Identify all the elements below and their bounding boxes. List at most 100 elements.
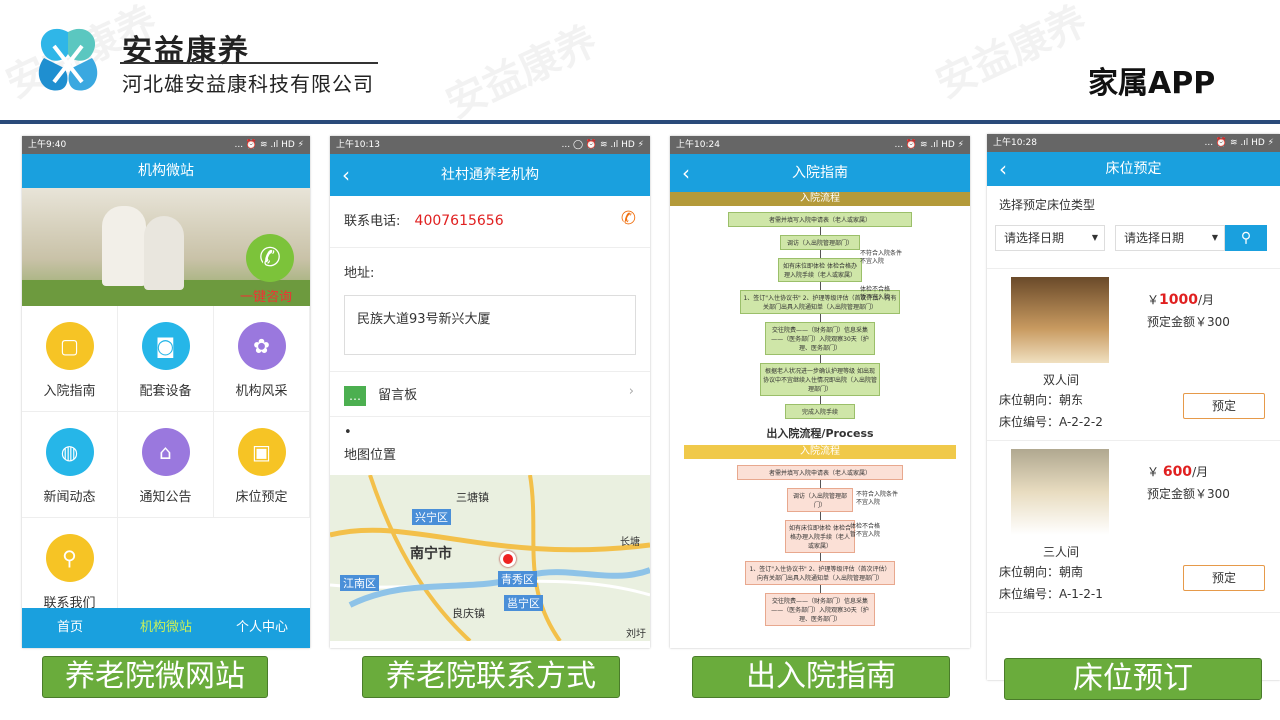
room-type: 三人间 [1043,545,1080,559]
price: ￥1000/月 [1147,292,1215,308]
section-header: 入院流程 [670,192,970,206]
flow-step: 根据老人状况进一步确认护理等级 如出现协议中不宜继续入住情况即出院（入出院管理部… [760,363,880,396]
map-label-sanluo: 三塘镇 [456,491,489,504]
location-pin-icon: ⚲ [45,534,94,582]
nav-bar: 机构微站 [22,154,310,188]
grid-item-news[interactable]: ◍ 新闻动态 [22,412,118,518]
status-bar: 上午10:28... ⏰ ≋ .ıl HD ⚡ [987,134,1280,152]
banner-image: ✆ 一键咨询 [22,188,310,306]
caption-bed-booking: 床位预订 [1004,658,1262,700]
deposit: 预定金额￥300 [1147,315,1230,329]
booking-subtitle: 选择预定床位类型 [999,198,1096,212]
room-orientation: 床位朝向：朝南 [999,565,1084,579]
message-board-label: 留言板 [378,388,418,403]
consult-label[interactable]: 一键咨询 [240,286,292,305]
grid-item-admission-guide[interactable]: ▢ 入院指南 [22,306,118,412]
tab-microsite[interactable]: 机构微站 [118,608,214,648]
sofa-icon: ▣ [237,428,286,476]
flow-step: 交往院费——（财务部门）信息采集——（医务部门）入院观察30天（护理、医务部门） [765,593,875,626]
map-label-liangqing: 良庆镇 [452,607,485,620]
nav-bar: ‹ 入院指南 [670,154,970,192]
grid-item-bed-booking[interactable]: ▣ 床位预定 [214,412,310,518]
map-label: 地图位置 [344,448,397,463]
globe-icon: ◍ [45,428,94,476]
map-label-xingning: 兴宁区 [412,509,451,525]
map-label-nanning: 南宁市 [410,546,452,562]
flow-step: 调访（入出院管理部门） [787,488,853,512]
tab-profile[interactable]: 个人中心 [214,608,310,648]
nav-title: 社村通养老机构 [441,167,539,183]
nav-bar: ‹ 床位预定 [987,152,1280,186]
end-date-select[interactable]: 请选择日期 ▼ [1115,225,1225,251]
phone-screen-bed-booking: 上午10:28... ⏰ ≋ .ıl HD ⚡ ‹ 床位预定 选择预定床位类型 请… [987,134,1280,680]
flow-side-note: 不符合入院条件 不宜入院 [856,491,899,506]
room-type: 双人间 [1043,373,1080,387]
book-button[interactable]: 预定 [1183,393,1265,419]
feature-grid: ▢ 入院指南 ◙ 配套设备 ✿ 机构风采 ◍ 新闻动态 ⌂ 通知公告 ▣ 床位预定 ⚲ 联系我… [22,306,310,624]
guide-icon: ▢ [45,322,94,370]
phone-call-icon[interactable]: ✆ [621,208,636,229]
grid-item-notices[interactable]: ⌂ 通知公告 [118,412,214,518]
flow-step: 如有床位即体检 体检合格办理入院手续（老人或家属） [778,258,862,282]
company-name: 河北雄安益康科技有限公司 [122,72,374,96]
nav-title: 机构微站 [138,163,194,179]
status-bar: 上午10:13... ◯ ⏰ ≋ .ıl HD ⚡ [330,136,650,154]
tab-home[interactable]: 首页 [22,608,118,648]
deposit: 预定金额￥300 [1147,487,1230,501]
flow-side-note: 不符合入院条件 不宜入院 [860,250,903,265]
book-button[interactable]: 预定 [1183,565,1265,591]
search-button[interactable]: ⚲ [1225,225,1267,251]
map-view[interactable]: 三塘镇 兴宁区 南宁市 青秀区 江南区 邕宁区 良庆镇 长塘 刘圩 [330,475,650,641]
device-icon: ◙ [141,322,190,370]
address-label: 地址: [344,266,375,281]
back-icon[interactable]: ‹ [999,152,1007,186]
back-icon[interactable]: ‹ [342,154,350,196]
status-bar: 上午9:40... ⏰ ≋ .ıl HD ⚡ [22,136,310,154]
flow-step: 调访（入出院管理部门） [780,235,860,250]
start-date-select[interactable]: 请选择日期 ▼ [995,225,1105,251]
phone-call-icon[interactable]: ✆ [246,234,294,282]
grid-item-style[interactable]: ✿ 机构风采 [214,306,310,412]
room-photo [1011,449,1109,535]
flow-step: 者需并填写入院申请表（老人或家属） [737,465,903,480]
map-roads [330,475,650,641]
flow-step: 交往院费——（财务部门）信息采集——（医务部门）入院观察30天（护理、医务部门） [765,322,875,355]
chat-icon: … [344,385,366,406]
flow-step: 者需并填写入院申请表（老人或家属） [728,212,912,227]
flow-step: 如有床位即体检 体检合格办理入院手续（老人或家属） [785,520,855,553]
divider [120,62,378,64]
watermark: 安益康养 [439,17,604,128]
flow-step: 完成入院手续 [785,404,855,419]
bed-card: 双人间 床位朝向：朝东 床位编号：A-2-2-2 ￥1000/月 预定金额￥30… [987,269,1280,441]
tab-bar: 首页 机构微站 个人中心 [22,608,310,648]
phone-screen-microsite: 上午9:40... ⏰ ≋ .ıl HD ⚡ 机构微站 ✆ 一键咨询 ▢ 入院指南… [22,136,310,648]
map-label-yongning: 邕宁区 [504,595,543,611]
flower-icon: ✿ [237,322,286,370]
phone-label: 联系电话: [344,214,401,229]
page-title: 家属APP [1088,66,1216,101]
back-icon[interactable]: ‹ [682,154,690,192]
grid-item-facilities[interactable]: ◙ 配套设备 [118,306,214,412]
flowchart-1: 者需并填写入院申请表（老人或家属） 调访（入出院管理部门） 如有床位即体检 体检… [670,206,970,419]
map-label-changtang: 长塘 [620,537,640,548]
nav-title: 床位预定 [1105,161,1162,177]
nav-title: 入院指南 [792,165,848,181]
room-orientation: 床位朝向：朝东 [999,393,1084,407]
flowchart-2: 者需并填写入院申请表（老人或家属） 调访（入出院管理部门） 如有床位即体检 体检… [670,459,970,626]
process-title: 出入院流程/Process [766,427,874,440]
company-logo [38,28,98,91]
location-pin-icon[interactable] [500,551,516,567]
chevron-right-icon: › [628,384,634,399]
room-photo [1011,277,1109,363]
message-board-row[interactable]: … 留言板 › [330,371,650,417]
map-label-jiangnan: 江南区 [340,575,379,591]
phone-row: 联系电话: 4007615656 ✆ [330,196,650,248]
phone-screen-contact: 上午10:13... ◯ ⏰ ≋ .ıl HD ⚡ ‹ 社村通养老机构 联系电话:… [330,136,650,648]
price: ￥ 600/月 [1147,464,1209,480]
phone-number[interactable]: 4007615656 [415,213,504,229]
header-divider [0,120,1280,124]
status-bar: 上午10:24... ⏰ ≋ .ıl HD ⚡ [670,136,970,154]
flow-step: 1、签订"入住协议书" 2、护理等级评估（首次评估）向有关部门出具入院通知单（入… [745,561,895,585]
caption-contact: 养老院联系方式 [362,656,620,698]
bullet: • [344,425,352,440]
